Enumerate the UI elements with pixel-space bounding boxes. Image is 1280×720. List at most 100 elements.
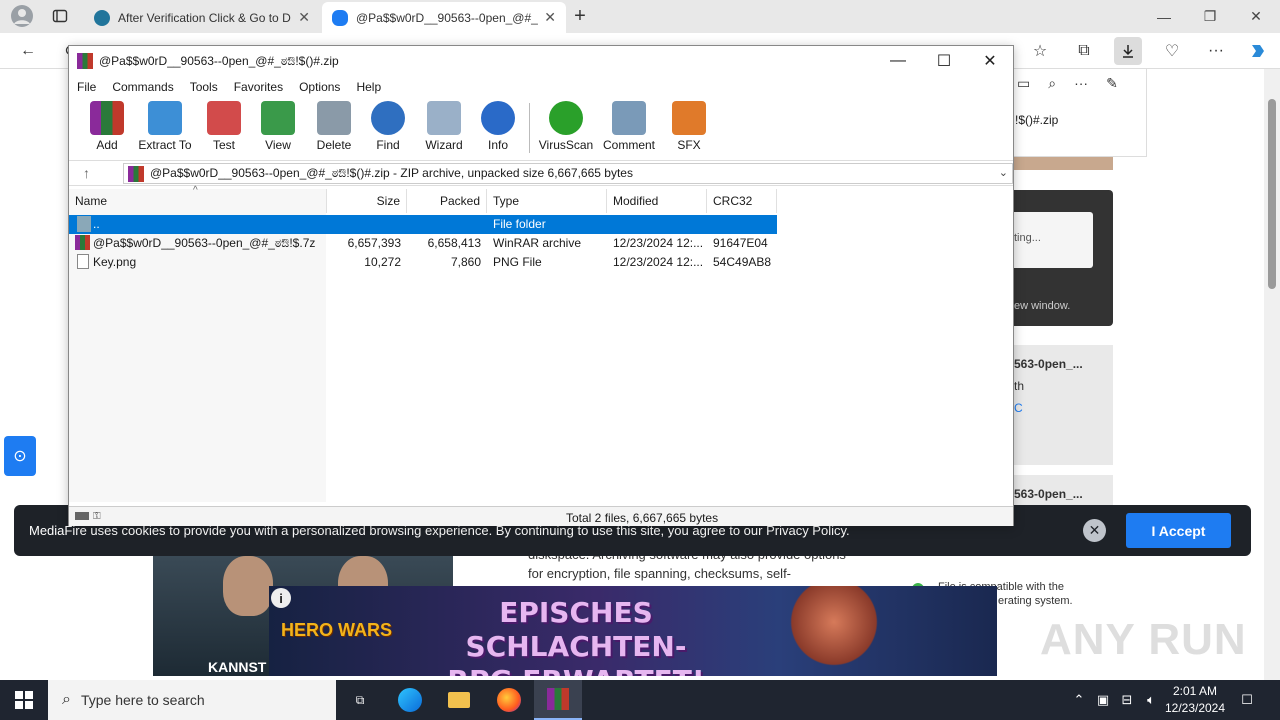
column-header-type[interactable]: Type: [487, 189, 607, 213]
more-options-icon[interactable]: ···: [1202, 37, 1230, 65]
toolbar-label: Info: [487, 138, 508, 152]
file-explorer-icon[interactable]: [435, 680, 483, 720]
browser-restore-button[interactable]: ❐: [1187, 0, 1233, 33]
column-header-crc32[interactable]: CRC32: [707, 189, 777, 213]
tab-verification[interactable]: After Verification Click & Go to D ✕: [84, 2, 320, 33]
back-arrow-icon[interactable]: ←: [14, 37, 42, 65]
sfx-box-icon: [672, 101, 706, 135]
more-icon[interactable]: ···: [1074, 75, 1088, 92]
menu-help[interactable]: Help: [348, 80, 389, 94]
toolbar-separator: [529, 103, 530, 153]
drive-icon: [75, 512, 89, 520]
table-row[interactable]: .. File folder: [69, 215, 777, 234]
extract-to-button[interactable]: Extract To: [135, 101, 195, 152]
page-scrollbar[interactable]: [1264, 69, 1280, 680]
virusscan-button[interactable]: VirusScan: [536, 101, 596, 152]
scrollbar-thumb[interactable]: [1268, 99, 1276, 289]
column-header-packed[interactable]: Packed: [407, 189, 487, 213]
menu-options[interactable]: Options: [291, 80, 348, 94]
menu-tools[interactable]: Tools: [182, 80, 226, 94]
sort-arrow-icon: ^: [193, 185, 198, 196]
add-button[interactable]: Add: [77, 101, 137, 152]
tab-mediafire[interactable]: @Pa$$w0rD__90563--0pen_@#_ ✕: [322, 2, 566, 33]
network-icon[interactable]: ⊟: [1116, 680, 1138, 720]
archive-icon: [75, 235, 90, 250]
winrar-path-bar: ↑ @Pa$$w0rD__90563--0pen_@#_ಠಔ!$()#.zip …: [69, 160, 1013, 186]
file-packed: 7,860: [450, 255, 481, 269]
comment-button[interactable]: Comment: [599, 101, 659, 152]
menu-commands[interactable]: Commands: [104, 80, 181, 94]
test-button[interactable]: Test: [194, 101, 254, 152]
delete-button[interactable]: Delete: [304, 101, 364, 152]
winrar-taskbar-icon[interactable]: [534, 680, 582, 720]
taskbar-search-box[interactable]: ⌕ Type here to search: [48, 680, 336, 720]
virus-bug-icon: [549, 101, 583, 135]
downloads-panel: ▭ ⌕ ··· ✎ !$()#.zip: [1010, 69, 1147, 157]
favorites-icon[interactable]: ☆: [1026, 37, 1054, 65]
edge-icon[interactable]: [386, 680, 434, 720]
tab-title: After Verification Click & Go to D: [118, 10, 291, 25]
search-icon[interactable]: ⌕: [1048, 75, 1056, 92]
winrar-close-button[interactable]: ✕: [967, 46, 1013, 76]
column-header-modified[interactable]: Modified: [607, 189, 707, 213]
test-clipboard-icon: [207, 101, 241, 135]
watermark: ANY RUN: [1040, 615, 1247, 664]
view-button[interactable]: View: [248, 101, 308, 152]
side-help-button[interactable]: ⊙: [4, 436, 36, 476]
menu-favorites[interactable]: Favorites: [226, 80, 291, 94]
tab-actions-icon[interactable]: [46, 2, 74, 30]
column-header-name[interactable]: Name ^: [69, 185, 327, 213]
browser-minimize-button[interactable]: —: [1141, 0, 1187, 33]
toolbar-label: Comment: [602, 138, 655, 152]
cookie-accept-button[interactable]: I Accept: [1126, 513, 1231, 548]
up-arrow-icon[interactable]: ↑: [83, 165, 90, 181]
file-card-link[interactable]: C: [1014, 401, 1113, 415]
ad-info-icon[interactable]: i: [271, 588, 291, 608]
download-dark-panel: ting... ew window.: [1010, 190, 1113, 326]
wizard-button[interactable]: Wizard: [414, 101, 474, 152]
archive-path-combobox[interactable]: @Pa$$w0rD__90563--0pen_@#_ಠಔ!$()#.zip - …: [123, 163, 1013, 184]
close-tab-icon[interactable]: ✕: [298, 9, 310, 26]
meet-icon[interactable]: ▣: [1092, 680, 1114, 720]
book-icon: [261, 101, 295, 135]
downloads-icon[interactable]: [1114, 37, 1142, 65]
windows-start-button[interactable]: [0, 680, 48, 720]
pin-icon[interactable]: ✎: [1106, 75, 1118, 92]
menu-file[interactable]: File: [69, 80, 104, 94]
new-tab-button[interactable]: +: [566, 2, 594, 30]
add-icon: [90, 101, 124, 135]
collections-icon[interactable]: ⧉: [1070, 37, 1098, 65]
table-row[interactable]: Key.png 10,272 7,860 PNG File 12/23/2024…: [69, 253, 777, 272]
browser-essentials-icon[interactable]: ♡: [1158, 37, 1186, 65]
profile-icon[interactable]: [8, 2, 36, 30]
firefox-icon[interactable]: [485, 680, 533, 720]
table-row[interactable]: @Pa$$w0rD__90563--0pen_@#_ಠಔ!$.7z 6,657,…: [69, 234, 777, 253]
cookie-close-button[interactable]: ✕: [1083, 519, 1106, 542]
winrar-titlebar[interactable]: @Pa$$w0rD__90563--0pen_@#_ಠಔ!$()#.zip — …: [69, 46, 1013, 76]
chevron-up-icon[interactable]: ⌃: [1068, 680, 1090, 720]
download-filename[interactable]: !$()#.zip: [1015, 113, 1058, 127]
sfx-button[interactable]: SFX: [659, 101, 719, 152]
winrar-minimize-button[interactable]: —: [875, 46, 921, 76]
find-button[interactable]: Find: [358, 101, 418, 152]
winrar-maximize-button[interactable]: ☐: [921, 46, 967, 76]
task-view-icon[interactable]: ⧉: [336, 680, 384, 720]
toolbar-label: Extract To: [138, 138, 192, 152]
ad-banner-herowars[interactable]: i HERO WARS EPISCHES SCHLACHTEN- RPG ERW…: [269, 586, 997, 676]
toolbar-label: VirusScan: [538, 138, 594, 152]
close-tab-icon[interactable]: ✕: [544, 9, 556, 26]
taskbar-clock[interactable]: 2:01 AM 12/23/2024: [1160, 683, 1230, 717]
info-button[interactable]: Info: [468, 101, 528, 152]
file-card-title: 563-0pen_...: [1014, 487, 1083, 501]
notifications-icon[interactable]: ☐: [1234, 680, 1260, 720]
copilot-icon[interactable]: [1244, 37, 1272, 65]
toolbar-label: SFX: [677, 138, 701, 152]
clock-time: 2:01 AM: [1172, 684, 1218, 698]
column-header-size[interactable]: Size: [327, 189, 407, 213]
article-line: for encryption, file spanning, checksums…: [528, 566, 792, 581]
browser-close-button[interactable]: ✕: [1233, 0, 1279, 33]
page-image-strip: [1010, 157, 1113, 170]
folder-icon[interactable]: ▭: [1017, 75, 1030, 92]
chevron-down-icon[interactable]: ⌄: [999, 166, 1008, 179]
volume-icon[interactable]: 🔈︎: [1140, 680, 1162, 720]
